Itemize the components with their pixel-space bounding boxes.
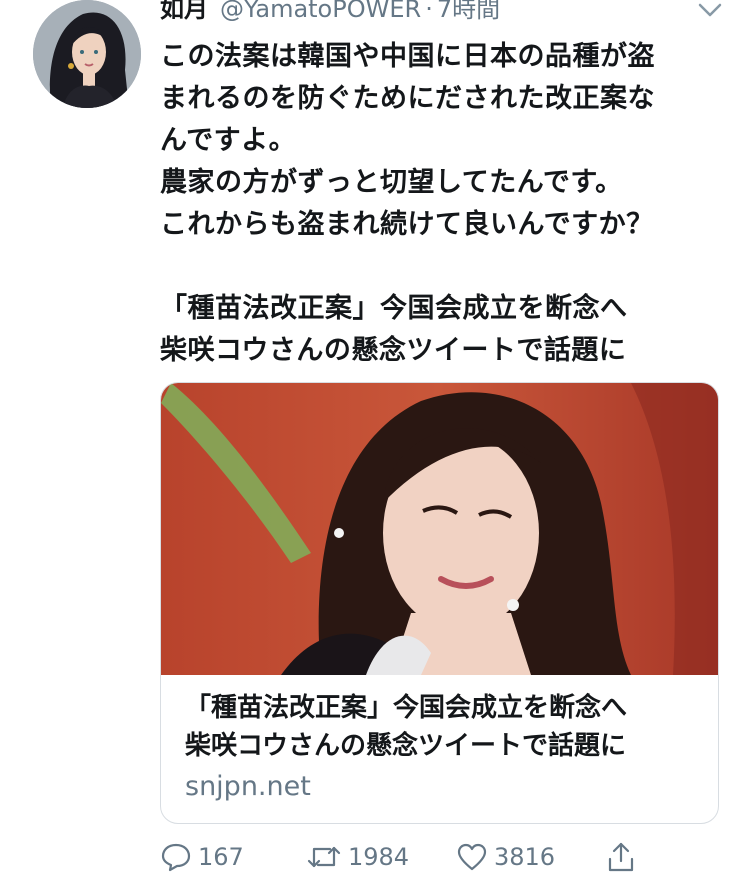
link-preview-body: 「種苗法改正案」今国会成立を断念へ 柴咲コウさんの懸念ツイートで話題に snjp… [185,689,705,807]
tweet-actions: 167 1984 3816 [160,836,720,878]
header-separator: · [425,0,433,23]
retweet-count: 1984 [348,843,410,871]
author-handle[interactable]: @YamatoPOWER [220,0,421,26]
tweet-text-line: 柴咲コウさんの懸念ツイートで話題に [160,335,627,366]
link-preview-image [161,383,718,675]
author-name[interactable]: 如月 [160,0,208,26]
tweet-timestamp[interactable]: 7時間 [437,0,500,26]
retweet-button[interactable]: 1984 [306,836,409,878]
tweet-text-line: んですよ。 [160,125,297,156]
tweet-text-line: まれるのを防ぐためにだされた改正案な [160,83,655,114]
share-button[interactable] [606,836,636,878]
tweet-text-line: 「種苗法改正案」今国会成立を断念へ [160,293,628,324]
link-preview-title-line: 柴咲コウさんの懸念ツイートで話題に [185,731,626,761]
link-preview-card[interactable]: 「種苗法改正案」今国会成立を断念へ 柴咲コウさんの懸念ツイートで話題に snjp… [160,382,719,824]
chevron-down-icon[interactable] [697,0,723,20]
retweet-icon [306,842,342,872]
link-preview-title-line: 「種苗法改正案」今国会成立を断念へ [185,693,628,723]
reply-button[interactable]: 167 [160,836,244,878]
link-preview-title: 「種苗法改正案」今国会成立を断念へ 柴咲コウさんの懸念ツイートで話題に [185,689,705,765]
tweet-text-line: 農家の方がずっと切望してたんです。 [160,167,623,198]
heart-icon [456,842,488,872]
author-avatar[interactable] [33,0,141,108]
tweet-text-line: これからも盗まれ続けて良いんですか？ [160,209,654,240]
link-preview-domain: snjpn.net [185,771,311,802]
reply-icon [160,842,192,872]
tweet-text-line: この法案は韓国や中国に日本の品種が盗 [160,41,655,72]
share-icon [606,841,636,873]
tweet-header: 如月 @YamatoPOWER · 7時間 [160,0,500,26]
tweet-text: この法案は韓国や中国に日本の品種が盗 まれるのを防ぐためにだされた改正案な んで… [160,36,730,372]
like-count: 3816 [494,843,556,871]
reply-count: 167 [198,843,244,871]
like-button[interactable]: 3816 [456,836,555,878]
